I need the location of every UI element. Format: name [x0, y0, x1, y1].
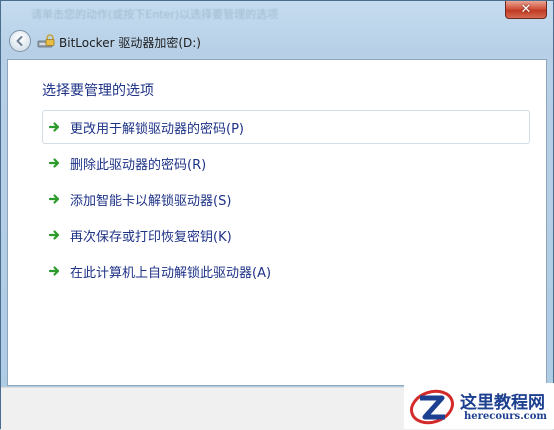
option-save-recovery-key[interactable]: 再次保存或打印恢复密钥(K) [42, 218, 530, 252]
green-arrow-icon [48, 122, 60, 132]
green-arrow-icon [48, 266, 60, 276]
option-change-password[interactable]: 更改用于解锁驱动器的密码(P) [42, 110, 530, 144]
background-title-text: 请单击您的动作(或按下Enter)以选择要管理的选项 [31, 8, 279, 20]
close-button[interactable]: ✕ [505, 1, 547, 19]
page-heading: 选择要管理的选项 [42, 83, 154, 99]
option-add-smartcard[interactable]: 添加智能卡以解锁驱动器(S) [42, 182, 530, 216]
option-label: 再次保存或打印恢复密钥(K) [70, 229, 232, 245]
green-arrow-icon [48, 230, 60, 240]
green-arrow-icon [48, 194, 60, 204]
close-icon: ✕ [520, 2, 532, 17]
navigation-bar: BitLocker 驱动器加密(D:) [1, 25, 553, 57]
option-label: 删除此驱动器的密码(R) [70, 157, 207, 173]
option-label: 在此计算机上自动解锁此驱动器(A) [70, 265, 272, 281]
bitlocker-window: 请单击您的动作(或按下Enter)以选择要管理的选项 ✕ BitLocker 驱… [0, 0, 554, 430]
option-auto-unlock[interactable]: 在此计算机上自动解锁此驱动器(A) [42, 254, 530, 288]
watermark-logo-icon [409, 389, 455, 425]
bitlocker-drive-icon [37, 34, 55, 48]
option-label: 更改用于解锁驱动器的密码(P) [70, 121, 244, 137]
window-title: BitLocker 驱动器加密(D:) [59, 36, 201, 50]
watermark: 这里教程网 herecours.com [404, 383, 554, 429]
back-button[interactable] [9, 30, 31, 52]
option-remove-password[interactable]: 删除此驱动器的密码(R) [42, 146, 530, 180]
option-label: 添加智能卡以解锁驱动器(S) [70, 193, 232, 209]
back-arrow-icon [16, 36, 23, 46]
watermark-subtext: herecours.com [464, 411, 548, 422]
main-content-panel: 选择要管理的选项 更改用于解锁驱动器的密码(P) 删除此驱动器的密码(R) 添加… [7, 59, 547, 386]
green-arrow-icon [48, 158, 60, 168]
watermark-text: 这里教程网 [460, 393, 545, 413]
